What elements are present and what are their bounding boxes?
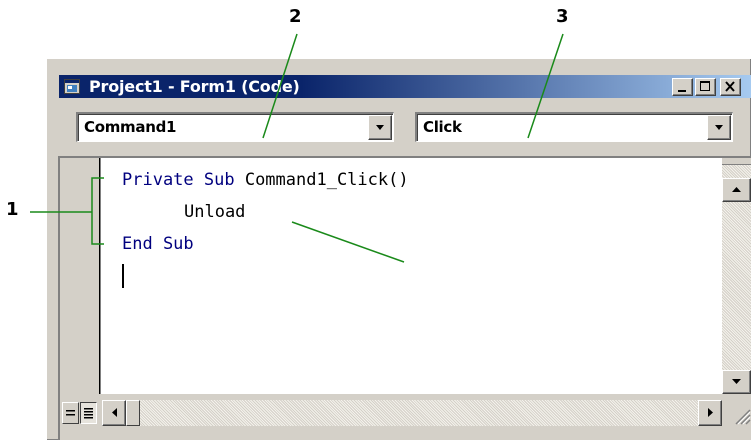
scroll-down-button[interactable]: [722, 370, 751, 394]
code-text: Command1_Click(): [234, 170, 409, 190]
maximize-icon: [700, 81, 710, 91]
split-bar[interactable]: [722, 158, 751, 165]
arrow-up-icon: [732, 187, 741, 192]
code-keyword: Private Sub: [122, 170, 235, 190]
procedure-view-icon: [66, 410, 75, 416]
resize-grip-icon[interactable]: [724, 400, 751, 426]
callout-number-1: 1: [6, 199, 19, 220]
minimize-button[interactable]: [672, 78, 693, 96]
scroll-left-button[interactable]: [102, 400, 126, 426]
arrow-left-icon: [112, 408, 117, 417]
object-dropdown-button[interactable]: [368, 115, 392, 140]
arrow-right-icon: [708, 408, 713, 417]
code-pane: Private Sub Command1_Click() Unload End …: [58, 156, 751, 440]
procedure-dropdown-value: Click: [423, 118, 462, 136]
margin-indicator-bar[interactable]: [60, 158, 101, 394]
bottom-bar: [60, 394, 751, 440]
code-line-2: Unload: [184, 202, 245, 222]
close-button[interactable]: [720, 78, 741, 96]
text-caret: [122, 264, 124, 288]
maximize-button[interactable]: [695, 78, 716, 96]
chevron-down-icon: [376, 125, 384, 130]
chevron-down-icon: [715, 125, 723, 130]
vb-form-icon: [64, 79, 80, 94]
full-module-view-button[interactable]: [80, 402, 97, 424]
title-bar[interactable]: Project1 - Form1 (Code): [59, 75, 751, 98]
window-title: Project1 - Form1 (Code): [89, 77, 300, 96]
horizontal-scroll-thumb[interactable]: [126, 400, 140, 426]
minimize-icon: [678, 90, 686, 92]
object-dropdown[interactable]: Command1: [76, 112, 394, 142]
horizontal-scrollbar[interactable]: [102, 400, 722, 426]
object-dropdown-value: Command1: [84, 118, 177, 136]
vertical-scrollbar[interactable]: [722, 158, 751, 394]
code-line-1: Private Sub Command1_Click(): [122, 170, 409, 190]
scroll-right-button[interactable]: [698, 400, 722, 426]
procedure-dropdown-button[interactable]: [707, 115, 731, 140]
code-editor[interactable]: Private Sub Command1_Click() Unload End …: [102, 158, 720, 394]
procedure-view-button[interactable]: [62, 402, 79, 424]
full-module-view-icon: [84, 408, 93, 419]
callout-number-2: 2: [289, 6, 302, 27]
code-text: Unload: [184, 202, 246, 222]
code-line-3: End Sub: [122, 234, 194, 254]
code-keyword: End Sub: [122, 234, 194, 254]
scroll-up-button[interactable]: [722, 178, 751, 202]
arrow-down-icon: [732, 379, 741, 384]
procedure-dropdown[interactable]: Click: [415, 112, 733, 142]
callout-number-3: 3: [556, 6, 569, 27]
close-icon: [725, 81, 735, 92]
code-window: Project1 - Form1 (Code) Command1 Click P…: [46, 58, 751, 440]
